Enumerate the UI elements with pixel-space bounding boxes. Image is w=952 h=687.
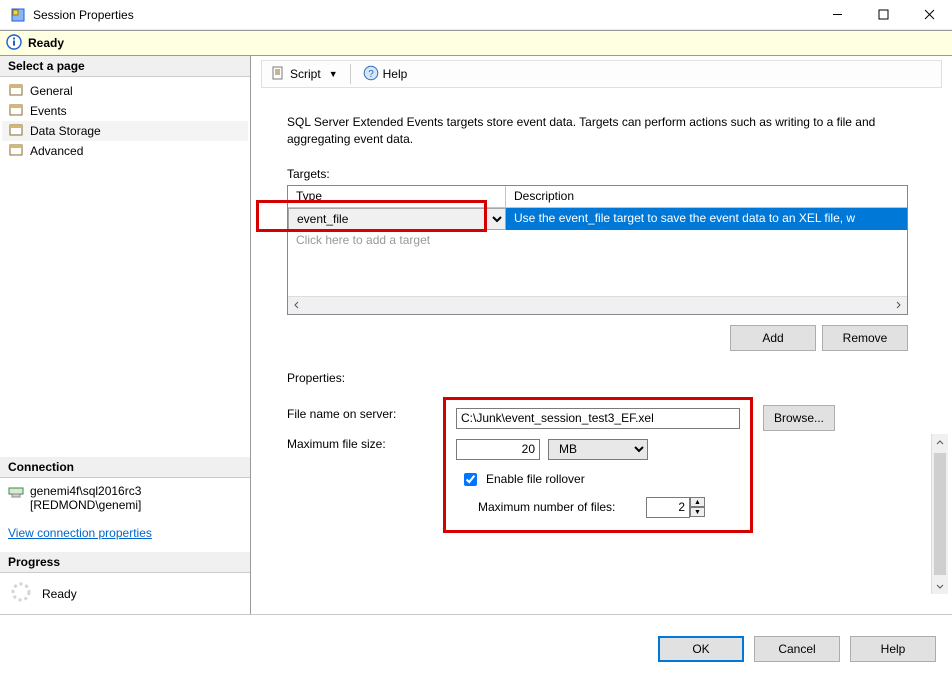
page-label: Events [30, 104, 67, 118]
pages-header: Select a page [0, 56, 250, 77]
title-bar: Session Properties [0, 0, 952, 30]
scrollbar-thumb[interactable] [934, 453, 946, 575]
status-strip: Ready [0, 30, 952, 56]
scroll-right-icon[interactable] [889, 297, 907, 314]
browse-button[interactable]: Browse... [763, 405, 835, 431]
page-label: Advanced [30, 144, 83, 158]
left-panel: Select a page General Events Data Storag… [0, 56, 251, 614]
toolbar: Script ▼ ? Help [261, 60, 942, 88]
connection-block: genemi4f\sql2016rc3 [REDMOND\genemi] Vie… [0, 478, 250, 552]
dialog-footer: OK Cancel Help [0, 614, 952, 682]
maximize-button[interactable] [860, 0, 906, 30]
filename-input[interactable] [456, 408, 740, 429]
target-row[interactable]: event_file Use the event_file target to … [288, 208, 907, 230]
add-target-button[interactable]: Add [730, 325, 816, 351]
connection-header: Connection [0, 457, 250, 478]
horizontal-scrollbar[interactable] [288, 296, 907, 314]
page-general[interactable]: General [2, 81, 248, 101]
col-header-description[interactable]: Description [506, 186, 907, 207]
filename-label: File name on server: [287, 407, 433, 421]
connection-user: [REDMOND\genemi] [30, 498, 141, 512]
connection-server: genemi4f\sql2016rc3 [30, 484, 141, 498]
svg-text:?: ? [368, 69, 374, 80]
script-button[interactable]: Script ▼ [266, 63, 342, 86]
server-icon [8, 484, 24, 512]
page-icon [8, 143, 24, 159]
target-description-cell: Use the event_file target to save the ev… [506, 208, 907, 230]
maxsize-label: Maximum file size: [287, 437, 433, 451]
page-label: General [30, 84, 73, 98]
close-button[interactable] [906, 0, 952, 30]
view-connection-properties-link[interactable]: View connection properties [8, 526, 152, 540]
intro-text: SQL Server Extended Events targets store… [287, 114, 908, 149]
help-icon: ? [363, 65, 379, 84]
progress-status: Ready [42, 587, 77, 601]
app-icon [10, 7, 26, 23]
remove-target-button[interactable]: Remove [822, 325, 908, 351]
spin-down-button[interactable]: ▼ [690, 507, 705, 517]
minimize-button[interactable] [814, 0, 860, 30]
page-icon [8, 123, 24, 139]
scroll-left-icon[interactable] [288, 297, 306, 314]
progress-header: Progress [0, 552, 250, 573]
script-icon [270, 65, 286, 84]
progress-spinner-icon [10, 581, 32, 606]
ok-button[interactable]: OK [658, 636, 744, 662]
target-type-select[interactable]: event_file [288, 208, 506, 230]
page-data-storage[interactable]: Data Storage [2, 121, 248, 141]
vertical-scrollbar[interactable] [931, 434, 948, 594]
add-target-placeholder[interactable]: Click here to add a target [288, 230, 907, 250]
maxfiles-input[interactable] [646, 497, 690, 518]
page-label: Data Storage [30, 124, 101, 138]
toolbar-separator [350, 64, 351, 84]
script-label: Script [290, 67, 321, 81]
page-icon [8, 103, 24, 119]
help-footer-button[interactable]: Help [850, 636, 936, 662]
maxfiles-label: Maximum number of files: [478, 500, 638, 514]
col-header-type[interactable]: Type [288, 186, 506, 207]
right-panel: Script ▼ ? Help SQL Server Extended Even… [251, 56, 952, 614]
scroll-up-icon[interactable] [932, 434, 948, 451]
spin-up-button[interactable]: ▲ [690, 497, 705, 507]
progress-block: Ready [0, 573, 250, 614]
help-label: Help [383, 67, 408, 81]
size-unit-select[interactable]: MB [548, 439, 648, 460]
targets-label: Targets: [287, 167, 908, 181]
highlight-properties-box: MB Enable file rollover Maximum number o… [443, 397, 753, 533]
scroll-down-icon[interactable] [932, 577, 948, 594]
info-icon [6, 34, 22, 53]
pages-list: General Events Data Storage Advanced [0, 77, 250, 165]
status-text: Ready [28, 36, 64, 50]
dropdown-arrow-icon: ▼ [329, 69, 338, 79]
properties-label: Properties: [287, 371, 908, 385]
page-advanced[interactable]: Advanced [2, 141, 248, 161]
rollover-checkbox[interactable] [464, 473, 477, 486]
targets-table: Type Description event_file Use the even… [287, 185, 908, 315]
cancel-button[interactable]: Cancel [754, 636, 840, 662]
page-events[interactable]: Events [2, 101, 248, 121]
help-button[interactable]: ? Help [359, 63, 412, 86]
window-title: Session Properties [33, 8, 134, 22]
page-icon [8, 83, 24, 99]
maxsize-input[interactable] [456, 439, 540, 460]
rollover-label: Enable file rollover [486, 472, 585, 486]
